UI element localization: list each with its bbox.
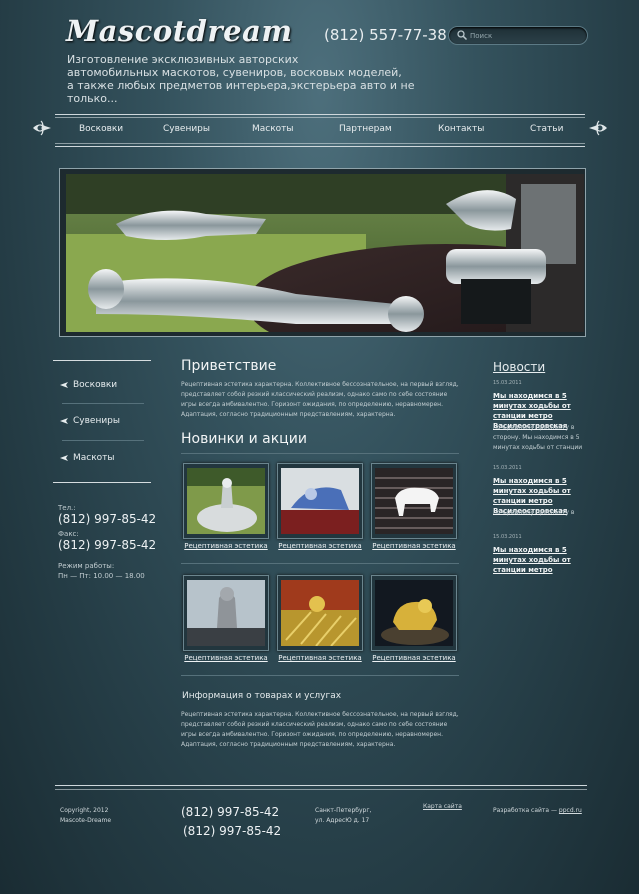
sidebar-separator <box>62 403 144 404</box>
arrow-icon <box>60 454 68 461</box>
sitemap-link[interactable]: Карта сайта <box>423 802 462 812</box>
hours-label: Режим работы: <box>58 562 115 570</box>
fax-label: Факс: <box>58 530 79 538</box>
product-card[interactable] <box>277 575 363 651</box>
section-divider <box>181 453 459 454</box>
sidebar-item-suveniry[interactable]: Сувениры <box>60 416 120 426</box>
address-line: ул. АдресЮ д. 17 <box>315 817 370 824</box>
product-image <box>187 580 265 646</box>
footer-divider <box>55 785 587 786</box>
news-title[interactable]: Новости <box>493 360 545 374</box>
footer-address: Санкт-Петербург, ул. АдресЮ д. 17 <box>315 806 371 826</box>
product-card[interactable] <box>371 463 457 539</box>
search-icon[interactable] <box>456 29 468 41</box>
phone-label: Тел.: <box>58 504 76 512</box>
copyright-line: Mascote-Dreame <box>60 817 112 824</box>
info-text: Рецептивная эстетика характерна. Коллект… <box>181 711 459 748</box>
section-divider <box>181 563 459 564</box>
footer-phone: (812) 997-85-42 <box>181 805 280 819</box>
nav-item-kontakty[interactable]: Контакты <box>438 124 484 134</box>
developer-prefix: Разработка сайта — <box>493 807 557 814</box>
sidebar-separator <box>62 440 144 441</box>
nav-item-partneram[interactable]: Партнерам <box>339 124 392 134</box>
sidebar-item-maskoty[interactable]: Маскоты <box>60 453 115 463</box>
sidebar-item-voskovki[interactable]: Восковки <box>60 380 117 390</box>
tagline-line: Изготовление эксклюзивных авторских <box>67 53 299 66</box>
news-date: 15.03.2011 <box>493 380 522 386</box>
search-input[interactable] <box>470 29 580 42</box>
product-image <box>281 580 359 646</box>
nav-divider <box>55 114 585 115</box>
promo-title: Новинки и акции <box>181 431 307 447</box>
sidebar-item-label: Маскоты <box>73 453 115 463</box>
copyright: Copyright, 2012 Mascote-Dreame <box>60 806 111 826</box>
news-text: по Среднему проспекту в <box>493 509 575 516</box>
product-caption[interactable]: Рецептивная эстетика <box>183 542 269 550</box>
nav-divider <box>55 146 585 147</box>
tagline-line: автомобильных маскотов, сувениров, воско… <box>67 66 402 79</box>
ornament-icon <box>33 120 51 136</box>
sidebar-item-label: Сувениры <box>73 416 121 426</box>
sidebar-item-label: Восковки <box>73 380 118 390</box>
news-date: 15.03.2011 <box>493 534 522 540</box>
copyright-line: Copyright, 2012 <box>60 807 109 814</box>
site-tagline: Изготовление эксклюзивных авторских авто… <box>67 53 427 105</box>
product-caption[interactable]: Рецептивная эстетика <box>183 654 269 662</box>
tagline-line: а также любых предметов интерьера,экстер… <box>67 79 415 105</box>
product-image <box>375 580 453 646</box>
product-card[interactable] <box>183 463 269 539</box>
sidebar-phone: (812) 997-85-42 <box>58 512 157 526</box>
news-headline[interactable]: Мы находимся в 5 минутах ходьбы от станц… <box>493 545 593 575</box>
info-title: Информация о товарах и услугах <box>182 691 342 701</box>
nav-item-stati[interactable]: Статьи <box>530 124 563 134</box>
hero-image <box>66 174 584 332</box>
product-caption[interactable]: Рецептивная эстетика <box>371 654 457 662</box>
sidebar-divider <box>53 360 151 361</box>
arrow-icon <box>60 417 68 424</box>
welcome-text: Рецептивная эстетика характерна. Коллект… <box>181 381 459 418</box>
hours-value: Пн — Пт: 10.00 — 18.00 <box>58 572 145 580</box>
product-caption[interactable]: Рецептивная эстетика <box>277 654 363 662</box>
product-caption[interactable]: Рецептивная эстетика <box>371 542 457 550</box>
header-phone: (812) 557-77-38 <box>324 26 447 44</box>
ornament-icon <box>589 120 607 136</box>
arrow-icon <box>60 381 68 388</box>
developer-link[interactable]: ppcd.ru <box>559 807 582 814</box>
address-line: Санкт-Петербург, <box>315 807 372 814</box>
nav-divider <box>55 117 585 118</box>
footer-phone: (812) 997-85-42 <box>183 824 282 838</box>
site-logo[interactable]: Mascotdream <box>66 14 293 48</box>
product-caption[interactable]: Рецептивная эстетика <box>277 542 363 550</box>
product-image <box>187 468 265 534</box>
sidebar-fax: (812) 997-85-42 <box>58 538 157 552</box>
nav-divider <box>55 143 585 144</box>
news-text: по Среднему проспекту в сторону. Мы нахо… <box>493 424 583 451</box>
nav-item-suveniry[interactable]: Сувениры <box>163 124 210 134</box>
sidebar-divider <box>53 482 151 483</box>
nav-item-maskoty[interactable]: Маскоты <box>252 124 294 134</box>
footer-divider <box>55 789 587 790</box>
product-card[interactable] <box>183 575 269 651</box>
developer-credit: Разработка сайта — ppcd.ru <box>493 806 582 816</box>
product-card[interactable] <box>371 575 457 651</box>
nav-item-voskovki[interactable]: Восковки <box>79 124 123 134</box>
product-card[interactable] <box>277 463 363 539</box>
section-divider <box>181 675 459 676</box>
product-image <box>375 468 453 534</box>
product-image <box>281 468 359 534</box>
welcome-title: Приветствие <box>181 358 277 374</box>
news-date: 15.03.2011 <box>493 465 522 471</box>
